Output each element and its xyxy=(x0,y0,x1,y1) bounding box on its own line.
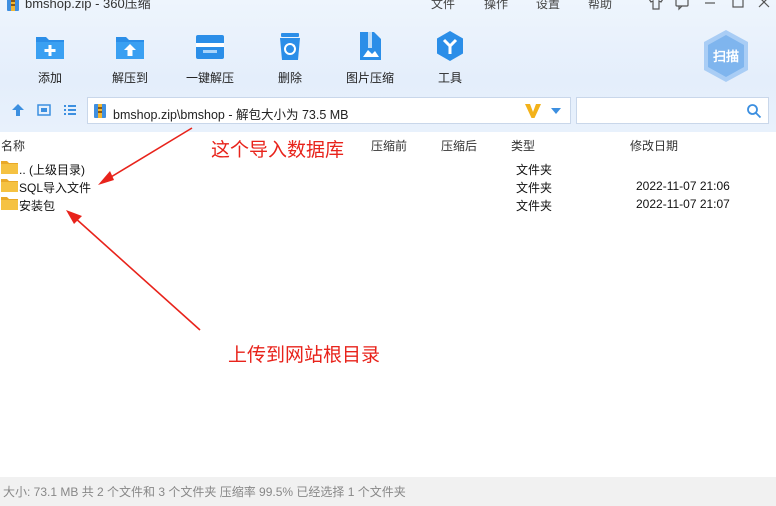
chevron-down-icon[interactable] xyxy=(550,106,562,116)
tools-label: 工具 xyxy=(437,71,462,85)
delete-icon xyxy=(280,33,300,60)
list-item[interactable]: SQL导入文件 文件夹 2022-11-07 21:06 xyxy=(0,177,776,195)
column-header: 名称 压缩前 压缩后 类型 修改日期 xyxy=(0,132,776,156)
add-icon xyxy=(36,37,64,59)
zip-file-icon xyxy=(94,104,106,118)
extract-to-label: 解压到 xyxy=(111,71,148,85)
file-list: 名称 压缩前 压缩后 类型 修改日期 .. (上级目录) 文件夹 SQL导入文件… xyxy=(0,132,776,477)
tools-icon xyxy=(437,31,463,61)
maximize-icon xyxy=(732,0,744,8)
item-name: 安装包 xyxy=(19,199,56,213)
minimize-icon xyxy=(705,2,715,4)
column-size-before[interactable]: 压缩前 xyxy=(371,137,407,154)
folder-icon xyxy=(1,197,18,210)
skin-button[interactable] xyxy=(645,0,667,12)
folder-icon xyxy=(1,179,18,192)
top-chrome: bmshop.zip - 360压缩 文件 操作 设置 帮助 添加 解压到 一键… xyxy=(0,0,776,132)
menu-operate[interactable]: 操作 xyxy=(484,0,508,12)
status-bar: 大小: 73.1 MB 共 2 个文件和 3 个文件夹 压缩率 99.5% 已经… xyxy=(0,477,776,506)
minimize-button[interactable] xyxy=(699,0,721,12)
item-type: 文件夹 xyxy=(516,163,553,177)
address-path: bmshop.zip\bmshop - 解包大小为 73.5 MB xyxy=(113,108,349,122)
add-label: 添加 xyxy=(37,71,62,85)
image-compress-button[interactable]: 图片压缩 xyxy=(335,26,405,86)
menu-file[interactable]: 文件 xyxy=(431,0,455,12)
image-compress-label: 图片压缩 xyxy=(345,71,394,85)
item-modified: 2022-11-07 21:06 xyxy=(636,179,730,193)
scan-label: 扫描 xyxy=(712,49,739,64)
scan-button[interactable]: 扫描 xyxy=(701,28,751,84)
one-click-extract-button[interactable]: 一键解压 xyxy=(175,26,245,86)
feedback-button[interactable] xyxy=(671,0,693,12)
shirt-icon xyxy=(648,0,664,10)
feedback-icon xyxy=(675,0,689,11)
menu-help[interactable]: 帮助 xyxy=(588,0,612,12)
extract-to-icon xyxy=(116,37,144,59)
one-click-extract-label: 一键解压 xyxy=(185,71,234,85)
list-item[interactable]: .. (上级目录) 文件夹 xyxy=(0,159,776,177)
status-text: 大小: 73.1 MB 共 2 个文件和 3 个文件夹 压缩率 99.5% 已经… xyxy=(3,485,406,499)
extract-to-button[interactable]: 解压到 xyxy=(95,26,165,86)
item-type: 文件夹 xyxy=(516,181,553,195)
item-modified: 2022-11-07 21:07 xyxy=(636,197,730,211)
title-bar: bmshop.zip - 360压缩 文件 操作 设置 帮助 xyxy=(0,0,776,14)
item-type: 文件夹 xyxy=(516,199,553,213)
annotation-import-database: 这个导入数据库 xyxy=(211,139,345,161)
column-modified[interactable]: 修改日期 xyxy=(630,137,678,154)
up-arrow-icon[interactable] xyxy=(10,102,26,118)
column-name[interactable]: 名称 xyxy=(1,137,25,154)
column-type[interactable]: 类型 xyxy=(511,137,535,154)
search-box[interactable] xyxy=(576,97,769,124)
thumbnail-view-icon[interactable] xyxy=(36,102,52,118)
close-icon xyxy=(758,0,770,8)
menu-settings[interactable]: 设置 xyxy=(536,0,560,12)
maximize-button[interactable] xyxy=(727,0,749,12)
one-click-extract-icon xyxy=(196,35,224,59)
toolbar: 添加 解压到 一键解压 删除 图片压缩 工具 xyxy=(0,26,700,86)
address-bar[interactable]: bmshop.zip\bmshop - 解包大小为 73.5 MB xyxy=(87,97,571,124)
list-view-icon[interactable] xyxy=(62,102,78,118)
folder-icon xyxy=(1,161,18,174)
vip-badge-icon[interactable] xyxy=(523,101,543,121)
annotation-upload-root: 上传到网站根目录 xyxy=(228,344,381,366)
image-compress-icon xyxy=(360,32,381,60)
close-button[interactable] xyxy=(753,0,775,12)
delete-label: 删除 xyxy=(277,71,302,85)
app-logo-icon xyxy=(7,0,19,11)
window-title: bmshop.zip - 360压缩 xyxy=(25,0,151,11)
navigation-bar: bmshop.zip\bmshop - 解包大小为 73.5 MB xyxy=(0,96,776,126)
item-name: .. (上级目录) xyxy=(19,163,85,177)
column-size-after[interactable]: 压缩后 xyxy=(441,137,477,154)
tools-button[interactable]: 工具 xyxy=(415,26,485,86)
item-name: SQL导入文件 xyxy=(19,181,92,195)
list-item[interactable]: 安装包 文件夹 2022-11-07 21:07 xyxy=(0,195,776,213)
delete-button[interactable]: 删除 xyxy=(255,26,325,86)
search-icon[interactable] xyxy=(746,103,762,119)
add-button[interactable]: 添加 xyxy=(15,26,85,86)
